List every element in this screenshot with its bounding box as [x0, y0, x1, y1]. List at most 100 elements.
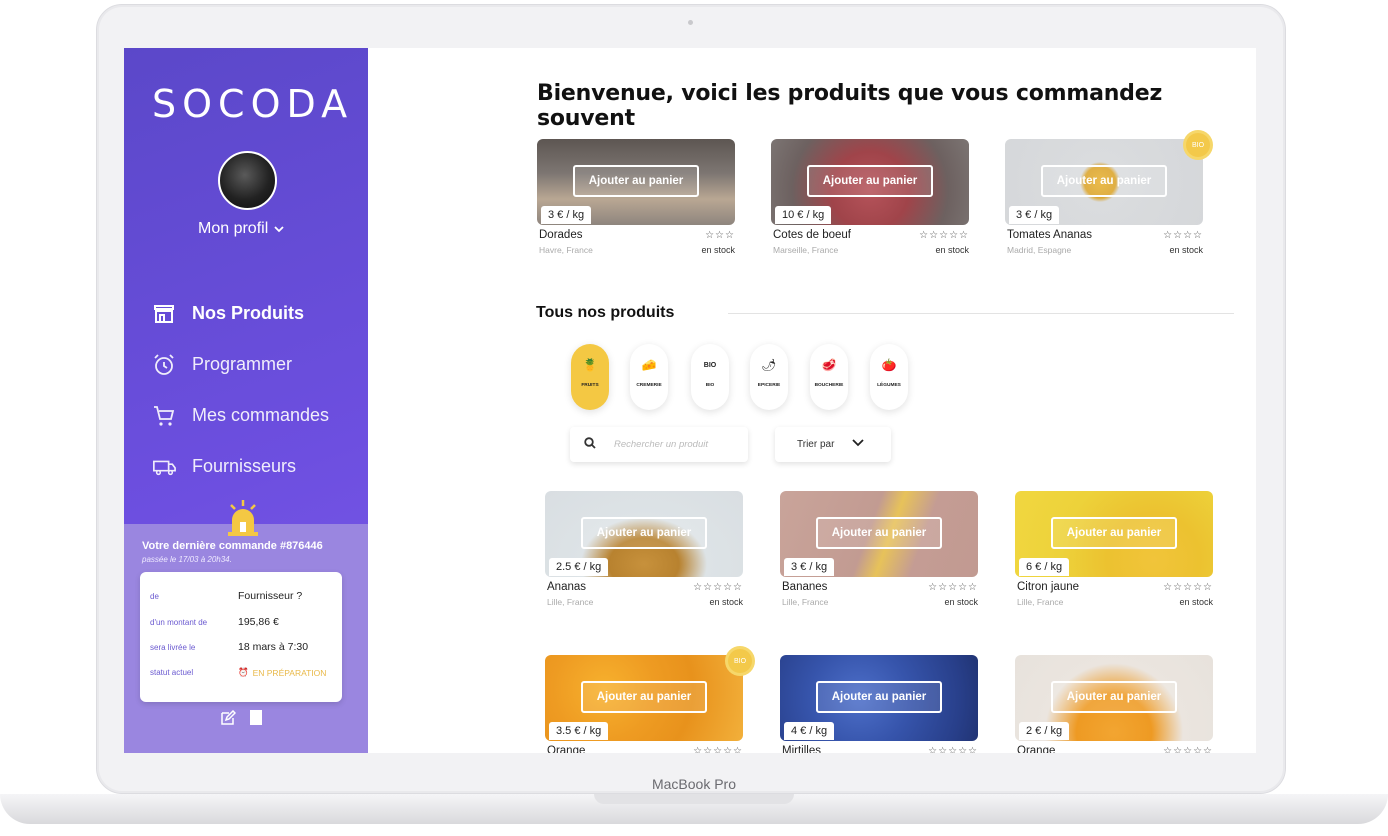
rating-stars[interactable]: ☆☆☆☆☆ [1163, 582, 1213, 593]
edit-icon[interactable] [220, 709, 237, 731]
sidebar-item-label: Nos Produits [192, 303, 305, 323]
order-row-value: Fournisseur ? [238, 590, 303, 602]
product-card[interactable]: Ajouter au panier 3 € / kg BIO Tomates A… [1005, 133, 1210, 255]
sidebar-item-nos-produits[interactable]: Nos Produits [152, 288, 329, 339]
add-to-cart-button[interactable]: Ajouter au panier [1051, 517, 1177, 549]
category-bio[interactable]: BIO BIO [691, 344, 729, 410]
category-label: EPICERIE [757, 383, 781, 388]
alarm-clock-icon: ⏰ [238, 667, 249, 677]
add-to-cart-button[interactable]: Ajouter au panier [816, 517, 942, 549]
order-row-delivery: sera livrée le 18 mars à 7:30 [150, 641, 336, 653]
product-image: Ajouter au panier 6 € / kg [1015, 491, 1213, 577]
product-card[interactable]: Ajouter au panier 10 € / kg Cotes de boe… [771, 139, 969, 255]
profile-menu[interactable]: Mon profil [198, 220, 284, 238]
section-title: Tous nos produits [536, 304, 675, 321]
order-actions [220, 709, 262, 731]
product-image: Ajouter au panier 3 € / kg [537, 139, 735, 225]
profile-label: Mon profil [198, 220, 269, 237]
search-input[interactable]: Rechercher un produit [570, 427, 748, 462]
search-placeholder: Rechercher un produit [614, 439, 708, 450]
product-origin: Lille, France [782, 597, 829, 607]
category-fruits[interactable]: 🍍 FRUITS [571, 344, 609, 410]
price-tag: 2 € / kg [1019, 722, 1070, 740]
product-card[interactable]: Ajouter au panier 3.5 € / kg BIO Orange ☆… [545, 649, 752, 754]
bio-leaf-icon: BIO [703, 361, 717, 369]
status-badge: ⏰ EN PRÉPARATION [238, 667, 326, 678]
sidebar-item-mes-commandes[interactable]: Mes commandes [152, 390, 329, 441]
add-to-cart-button[interactable]: Ajouter au panier [816, 681, 942, 713]
product-name: Tomates Ananas [1007, 229, 1093, 241]
sidebar-item-fournisseurs[interactable]: Fournisseurs [152, 441, 329, 492]
sort-dropdown[interactable]: Trier par [775, 427, 891, 462]
rating-stars[interactable]: ☆☆☆ [705, 230, 735, 241]
product-image: Ajouter au panier 3 € / kg [780, 491, 978, 577]
sidebar-item-label: Fournisseurs [192, 456, 297, 476]
price-tag: 6 € / kg [1019, 558, 1070, 576]
rating-stars[interactable]: ☆☆☆☆☆ [693, 746, 743, 754]
product-name: Orange [547, 745, 586, 753]
order-row-label: de [150, 591, 159, 601]
order-row-label: d'un montant de [150, 617, 208, 627]
category-boucherie[interactable]: 🥩 BOUCHERIE [810, 344, 848, 410]
product-card[interactable]: Ajouter au panier 3 € / kg Dorades ☆☆☆ Ha… [537, 139, 735, 255]
product-origin: Havre, France [539, 245, 593, 255]
product-card[interactable]: Ajouter au panier 2.5 € / kg Ananas ☆☆☆☆☆… [545, 491, 743, 607]
camera-dot [688, 20, 693, 25]
sidebar-nav: Nos Produits Programmer Mes commandes Fo… [152, 288, 329, 492]
product-card[interactable]: Ajouter au panier 6 € / kg Citron jaune ☆… [1015, 491, 1213, 607]
rating-stars[interactable]: ☆☆☆☆☆ [1163, 746, 1213, 754]
product-name: Bananes [782, 581, 828, 593]
add-to-cart-button[interactable]: Ajouter au panier [807, 165, 933, 197]
category-epicerie[interactable]: 🌶 EPICERIE [750, 344, 788, 410]
chevron-down-icon [274, 220, 284, 238]
product-name: Cotes de boeuf [773, 229, 852, 241]
logo[interactable]: SOCODA [152, 82, 353, 126]
add-to-cart-button[interactable]: Ajouter au panier [581, 681, 707, 713]
category-label: BOUCHERIE [814, 383, 844, 388]
product-image: Ajouter au panier 4 € / kg [780, 655, 978, 741]
product-name: Mirtilles [782, 745, 821, 753]
meat-icon: 🥩 [821, 358, 837, 372]
sort-label: Trier par [797, 439, 835, 450]
price-tag: 3.5 € / kg [549, 722, 609, 740]
chili-icon: 🌶 [761, 358, 777, 372]
stock-status: en stock [935, 245, 969, 255]
add-to-cart-button[interactable]: Ajouter au panier [1051, 681, 1177, 713]
rating-stars[interactable]: ☆☆☆☆ [1163, 230, 1203, 241]
store-icon [152, 302, 176, 326]
sidebar: SOCODA Mon profil Nos Produits Programme… [124, 48, 368, 753]
add-to-cart-button[interactable]: Ajouter au panier [573, 165, 699, 197]
category-label: LÉGUMES [877, 383, 901, 388]
stock-status: en stock [944, 597, 978, 607]
order-row-amount: d'un montant de 195,86 € [150, 616, 336, 628]
price-tag: 10 € / kg [775, 206, 832, 224]
price-tag: 3 € / kg [541, 206, 592, 224]
rating-stars[interactable]: ☆☆☆☆☆ [919, 230, 969, 241]
rating-stars[interactable]: ☆☆☆☆☆ [693, 582, 743, 593]
product-card[interactable]: Ajouter au panier 4 € / kg Mirtilles ☆☆☆☆… [780, 655, 978, 753]
category-legumes[interactable]: 🍅 LÉGUMES [870, 344, 908, 410]
price-tag: 3 € / kg [784, 558, 835, 576]
app-screen: SOCODA Mon profil Nos Produits Programme… [124, 48, 1256, 753]
stock-status: en stock [1169, 245, 1203, 255]
product-card[interactable]: Ajouter au panier 2 € / kg Orange ☆☆☆☆☆ [1015, 655, 1213, 753]
truck-icon [152, 455, 176, 479]
last-order-card: de Fournisseur ? d'un montant de 195,86 … [140, 572, 342, 702]
sidebar-item-programmer[interactable]: Programmer [152, 339, 329, 390]
document-icon[interactable] [250, 710, 262, 731]
rating-stars[interactable]: ☆☆☆☆☆ [928, 582, 978, 593]
add-to-cart-button[interactable]: Ajouter au panier [1041, 165, 1167, 197]
price-tag: 4 € / kg [784, 722, 835, 740]
page-title: Bienvenue, voici les produits que vous c… [537, 81, 1163, 131]
category-cremerie[interactable]: 🧀 CREMERIE [630, 344, 668, 410]
bio-badge: BIO [1186, 133, 1210, 157]
product-card[interactable]: Ajouter au panier 3 € / kg Bananes ☆☆☆☆☆ … [780, 491, 978, 607]
product-origin: Lille, France [1017, 597, 1064, 607]
rating-stars[interactable]: ☆☆☆☆☆ [928, 746, 978, 754]
add-to-cart-button[interactable]: Ajouter au panier [581, 517, 707, 549]
last-order-panel: Votre dernière commande #876446 passée l… [124, 524, 368, 753]
search-icon [584, 436, 596, 454]
product-name: Ananas [547, 581, 587, 593]
avatar[interactable] [218, 151, 277, 210]
stock-status: en stock [701, 245, 735, 255]
